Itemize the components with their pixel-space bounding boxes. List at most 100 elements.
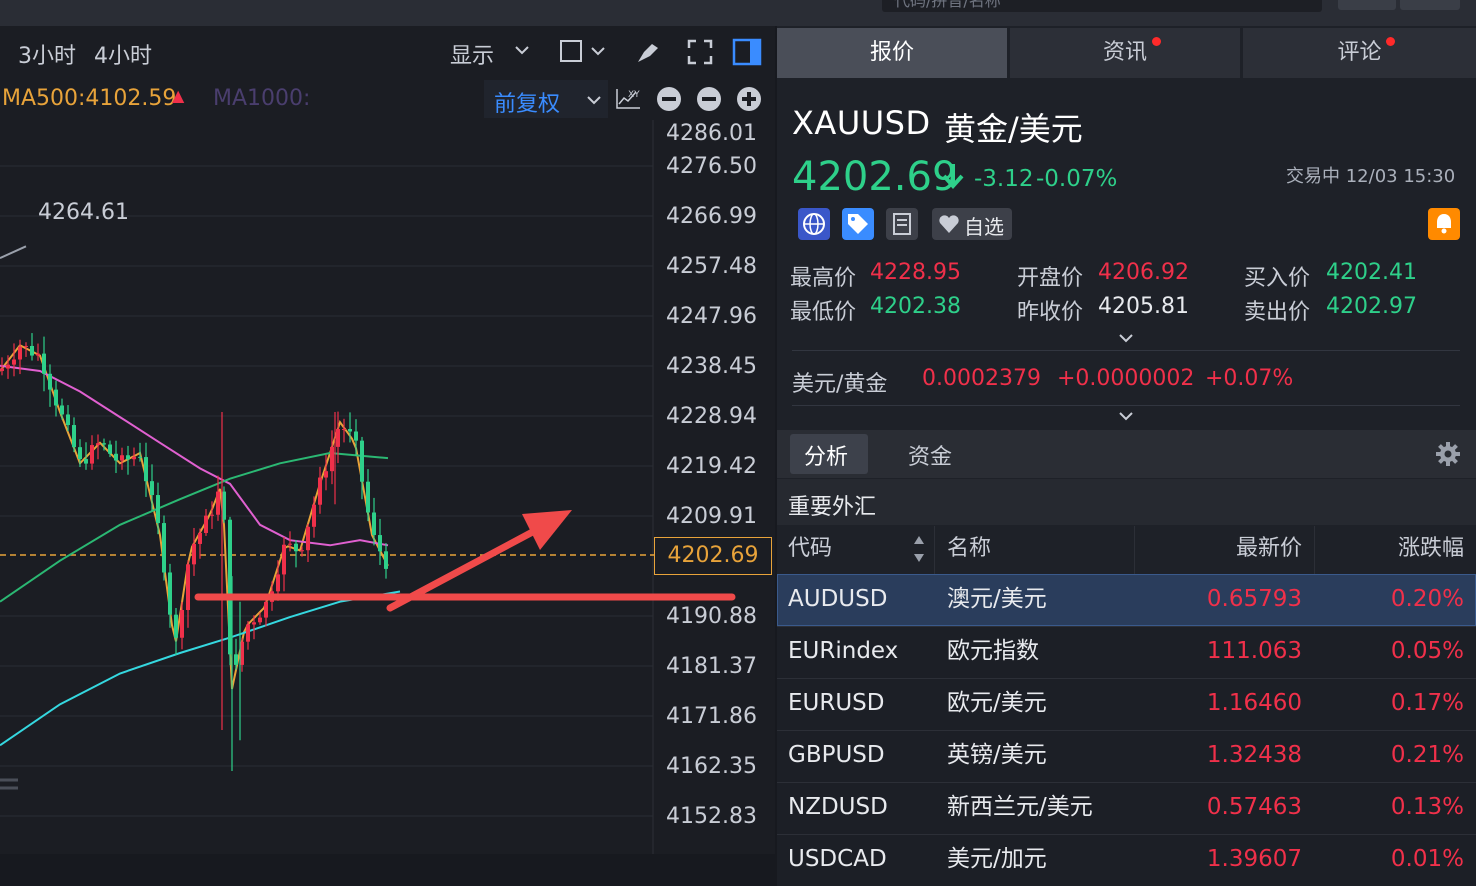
cell-last: 111.063 [1206,638,1302,664]
cell-name: 欧元/美元 [947,690,1047,716]
sort-icon[interactable] [912,534,926,564]
candle-body [126,455,130,460]
tab-comments[interactable]: 评论 [1243,28,1476,78]
square-select-icon[interactable] [560,40,606,64]
price-tick: 4286.01 [666,121,757,146]
ma-long-line [0,451,389,603]
inverse-pct: +0.07% [1205,366,1294,391]
tab-quote[interactable]: 报价 [777,28,1007,78]
low-label: 最低价 [790,300,857,325]
ma1000-label: MA1000: [213,86,311,111]
cell-name: 美元/加元 [947,846,1047,872]
search-input[interactable]: 代码/拼音/名称 [882,0,1322,12]
candle-body [150,481,154,496]
bid-value: 4202.41 [1326,260,1417,285]
symbol-name: 黄金/美元 [944,110,1083,148]
candle-body [312,504,316,527]
period-3h[interactable]: 3小时 [18,38,76,70]
candle-body [180,610,184,638]
cell-pct: 0.01% [1390,846,1464,872]
cell-code: EURUSD [788,690,885,716]
pen-draw-icon[interactable] [634,38,662,66]
price-tick: 4266.99 [666,204,757,229]
current-price-tag: 4202.69 [654,537,772,575]
candle-body [30,345,34,356]
candle-body [12,359,16,365]
candle-body [48,373,52,390]
candle-body [54,389,58,406]
panel-toggle-icon[interactable] [732,38,762,66]
tag-icon[interactable] [842,208,874,240]
zoom-out-alt-icon[interactable] [696,86,722,112]
watchlist-label: 自选 [964,215,1004,239]
top-button-2[interactable] [1400,0,1460,10]
cell-last: 0.65793 [1206,586,1302,612]
candle-body [288,543,292,545]
zoom-out-icon[interactable] [656,86,682,112]
candlestick-chart[interactable] [0,0,775,854]
candle-body [60,405,64,415]
fullscreen-icon[interactable] [686,38,714,66]
column-header-name[interactable]: 名称 [935,524,1134,574]
column-header-last[interactable]: 最新价 [1135,524,1314,574]
watchlist-button[interactable]: 自选 [932,208,1012,240]
candle-body [132,456,136,460]
cell-last: 1.32438 [1206,742,1302,768]
tab-analysis[interactable]: 分析 [804,439,848,471]
candle-body [372,512,376,536]
high-annotation: 4264.61 [38,200,129,225]
cell-last: 1.16460 [1206,690,1302,716]
column-header-pct[interactable]: 涨跌幅 [1315,524,1476,574]
inverse-change: +0.0000002 [1057,366,1195,391]
chart-toolbar: 3小时 4小时 显示 [0,26,775,78]
prev-close-label: 昨收价 [1017,300,1084,325]
inverse-label: 美元/黄金 [792,372,888,397]
price-tick: 4209.91 [666,504,757,529]
candle-body [36,353,40,356]
gear-icon[interactable] [1434,440,1462,468]
open-value: 4206.92 [1098,260,1189,285]
candle-body [6,364,10,369]
note-icon[interactable] [886,208,918,240]
price-tick: 4238.45 [666,354,757,379]
expand-chevron-icon[interactable] [1118,410,1134,422]
candle-body [240,641,244,665]
period-4h[interactable]: 4小时 [94,38,152,70]
inverse-price: 0.0002379 [922,366,1041,391]
section-header [777,479,1476,525]
bell-icon[interactable] [1428,208,1460,240]
candle-body [186,564,190,611]
candle-body [378,535,382,552]
cell-name: 澳元/美元 [947,586,1047,612]
cell-last: 0.57463 [1206,794,1302,820]
arrow-down-icon [942,164,964,189]
chevron-down-icon[interactable] [514,44,530,56]
display-menu[interactable]: 显示 [450,38,494,70]
divider [792,405,1460,406]
candle-body [222,491,226,520]
chevron-down-icon[interactable] [586,94,602,106]
candle-body [330,446,334,472]
price-tick: 4152.83 [666,804,757,829]
candle-body [144,457,148,482]
candle-body [282,544,286,575]
candle-body [336,429,340,447]
price-tick: 4190.88 [666,604,757,629]
top-button-1[interactable] [1338,0,1396,10]
expand-chevron-icon[interactable] [1118,332,1134,344]
zoom-in-icon[interactable] [736,86,762,112]
candle-body [0,368,4,371]
candle-body [234,654,238,665]
candle-body [276,574,280,592]
chart-grid [0,120,654,854]
xy-axis-icon[interactable]: XY [614,86,642,112]
adjust-label[interactable]: 前复权 [494,86,560,118]
tab-news[interactable]: 资讯 [1010,28,1240,78]
candle-body [102,443,106,445]
column-header-code[interactable]: 代码 [777,524,934,574]
globe-icon[interactable] [798,208,830,240]
tab-funds[interactable]: 资金 [908,439,952,471]
price-tick: 4257.48 [666,254,757,279]
price-tick: 4276.50 [666,154,757,179]
open-label: 开盘价 [1017,266,1084,291]
